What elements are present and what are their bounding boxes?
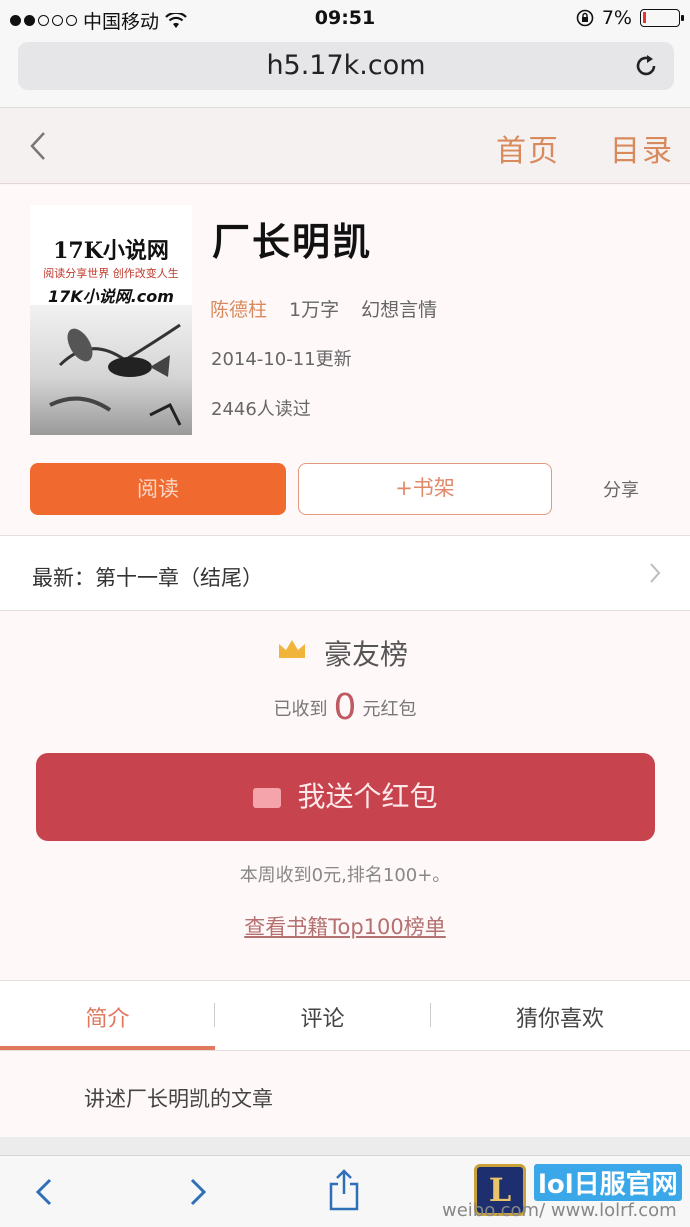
browser-chrome: h5.17k.com	[0, 38, 690, 108]
envelope-icon	[253, 788, 282, 808]
book-cover[interactable]: 17K小说网 阅读分享世界 创作改变人生 17K小说网.com	[30, 205, 192, 435]
latest-chapter-label: 最新：第十一章（结尾）	[32, 566, 263, 590]
book-info: 17K小说网 阅读分享世界 创作改变人生 17K小说网.com 厂长明凯 陈德柱…	[0, 185, 690, 535]
cover-subtitle: 阅读分享世界 创作改变人生	[43, 267, 179, 280]
add-to-shelf-button[interactable]: +书架	[298, 463, 552, 515]
genre: 幻想言情	[361, 299, 438, 321]
crown-icon	[279, 640, 305, 658]
top100-link[interactable]: 查看书籍Top100榜单	[0, 911, 690, 941]
rotation-lock-icon	[576, 9, 594, 27]
rank-section: 豪友榜 已收到 0 元红包 我送个红包 本周收到0元,排名100+。 查看书籍Top…	[0, 611, 690, 981]
tab-comments[interactable]: 评论	[215, 1001, 430, 1033]
received-suffix: 元红包	[362, 699, 417, 720]
intro-text: 讲述厂长明凯的文章	[84, 1087, 273, 1111]
battery-icon	[640, 9, 684, 27]
send-red-packet-label: 我送个红包	[297, 780, 438, 813]
read-button[interactable]: 阅读	[30, 463, 286, 515]
nav-home-link[interactable]: 首页	[496, 126, 560, 170]
browser-toolbar: L lol日服官网 weibo.com/ www.lolrf.com	[0, 1155, 690, 1227]
page-header: 首页 目录	[0, 108, 690, 184]
author-link[interactable]: 陈德柱	[210, 295, 267, 322]
nav-toc-link[interactable]: 目录	[610, 126, 674, 170]
word-count: 1万字	[289, 299, 340, 321]
browser-back-icon[interactable]	[28, 1174, 62, 1210]
address-bar[interactable]: h5.17k.com	[18, 42, 674, 90]
update-date: 2014-10-11更新	[211, 349, 352, 370]
received-amount: 0	[333, 687, 357, 728]
tab-intro[interactable]: 简介	[0, 1001, 215, 1033]
send-red-packet-button[interactable]: 我送个红包	[36, 753, 655, 841]
battery-percent: 7%	[601, 7, 632, 29]
browser-forward-icon[interactable]	[180, 1174, 214, 1210]
received-summary: 已收到 0 元红包	[0, 687, 690, 728]
tab-recommend[interactable]: 猜你喜欢	[430, 1001, 690, 1033]
url-text: h5.17k.com	[266, 50, 426, 81]
reload-icon[interactable]	[632, 52, 660, 80]
latest-chapter-row[interactable]: 最新：第十一章（结尾）	[0, 535, 690, 611]
share-icon[interactable]	[326, 1168, 362, 1212]
cover-title: 17K小说网	[53, 238, 169, 264]
watermark: L lol日服官网 weibo.com/ www.lolrf.com	[442, 1164, 682, 1221]
reader-count: 2446人读过	[211, 399, 311, 420]
watermark-url: weibo.com/ www.lolrf.com	[442, 1200, 677, 1221]
cover-logo: 17K小说网.com	[48, 287, 174, 306]
weekly-rank-text: 本周收到0元,排名100+。	[239, 865, 451, 886]
cover-artwork	[30, 305, 192, 435]
share-button[interactable]: 分享	[603, 476, 639, 502]
chevron-right-icon	[650, 563, 661, 583]
active-tab-indicator	[0, 1046, 215, 1050]
book-title: 厂长明凯	[212, 220, 373, 264]
watermark-site: lol日服官网	[534, 1164, 682, 1201]
rank-title: 豪友榜	[324, 638, 409, 671]
status-bar: 中国移动 09:51 7%	[0, 0, 690, 38]
intro-panel: 讲述厂长明凯的文章	[0, 1051, 690, 1137]
divider	[0, 1137, 690, 1155]
received-prefix: 已收到	[273, 699, 328, 720]
tab-bar: 简介 评论 猜你喜欢	[0, 981, 690, 1051]
book-meta: 陈德柱 1万字 幻想言情	[210, 295, 437, 322]
back-chevron-icon[interactable]	[26, 130, 50, 162]
